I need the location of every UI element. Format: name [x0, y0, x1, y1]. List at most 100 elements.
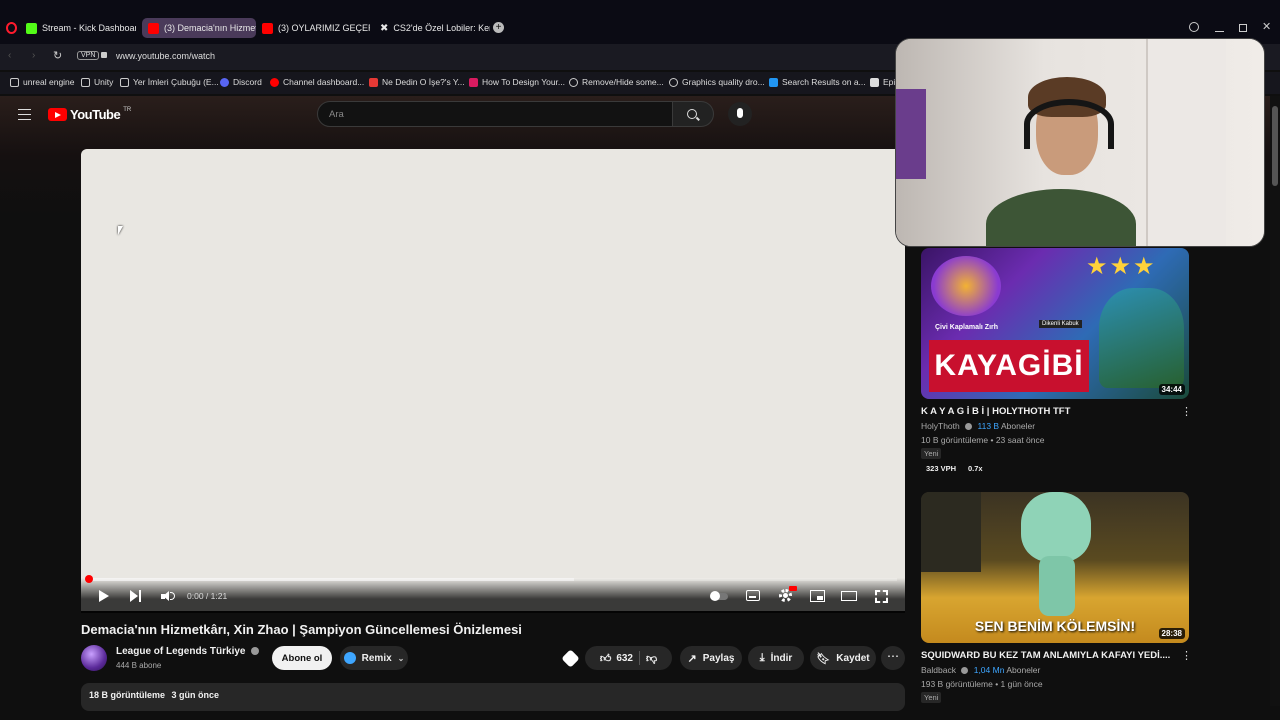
discord-icon — [220, 77, 229, 87]
autoplay-toggle[interactable] — [710, 591, 728, 601]
channel-name[interactable]: League of Legends Türkiye — [116, 646, 260, 657]
bookmark-label: How To Design Your... — [482, 77, 566, 87]
video-duration: 34:44 — [1158, 384, 1185, 395]
bookmark-unreal-engine[interactable]: unreal engine — [10, 77, 75, 87]
progress-scrubber-handle[interactable] — [85, 575, 93, 583]
new-badge: Yeni — [921, 692, 942, 703]
remix-button[interactable]: Remix ⌄ — [340, 646, 408, 670]
search-input[interactable]: Ara — [317, 101, 673, 127]
bookmark-search-results[interactable]: Search Results on a... — [769, 77, 866, 87]
webcam-door — [1146, 39, 1226, 246]
search-button[interactable] — [673, 101, 714, 127]
bookmark-yer-imleri[interactable]: Yer İmleri Çubuğu (E... — [120, 77, 219, 87]
thumbnail-stars-icon: ★★★ — [1086, 253, 1157, 280]
bookmark-channel-dashboard[interactable]: Channel dashboard... — [270, 77, 364, 87]
opera-logo-icon[interactable] — [6, 22, 17, 34]
gear-icon — [783, 593, 788, 598]
voice-search-button[interactable] — [728, 102, 752, 126]
theater-mode-button[interactable] — [841, 591, 857, 601]
subtitles-icon — [749, 596, 756, 598]
folder-icon — [120, 77, 129, 87]
bookmark-label: Yer İmleri Çubuğu (E... — [133, 77, 219, 87]
tab-label: (3) Demacia'nın Hizmetk — [164, 23, 256, 33]
bookmark-graphics-quality[interactable]: Graphics quality dro... — [669, 77, 765, 87]
reload-icon[interactable]: ↻ — [53, 49, 62, 62]
video-player[interactable] — [81, 149, 905, 611]
verified-icon — [965, 423, 973, 431]
recommendation-menu-icon[interactable]: ⋮ — [1181, 405, 1192, 418]
channel-name-text: HolyThoth — [921, 421, 960, 431]
like-button[interactable]: 👍︎ 632 — [600, 652, 633, 665]
miniplayer-icon — [817, 596, 823, 600]
minimize-icon[interactable] — [1215, 31, 1224, 32]
bookmark-ne-dedin[interactable]: Ne Dedin O İşe?'s Y... — [369, 77, 465, 87]
recommendation-thumbnail[interactable]: SEN BENİM KÖLEMSİN! 28:38 — [921, 492, 1189, 643]
fullscreen-button[interactable] — [875, 590, 888, 603]
share-icon: ↗ — [687, 652, 697, 665]
recommendation-title[interactable]: SQUIDWARD BU KEZ TAM ANLAMIYLA KAFAYI YE… — [921, 650, 1170, 661]
subtitles-button[interactable] — [746, 590, 760, 601]
bookmark-epic[interactable]: Epi — [870, 77, 895, 87]
miniplayer-button[interactable] — [810, 590, 825, 602]
subscribe-label: Abone ol — [281, 652, 323, 664]
more-horizontal-icon: ⋯ — [887, 649, 899, 663]
tab-youtube-oylarimiz[interactable]: (3) OYLARIMIZ GEÇERSİZ — [256, 18, 370, 38]
search-tabs-icon[interactable] — [1189, 22, 1199, 32]
youtube-icon — [148, 22, 159, 34]
unity-forum-icon — [569, 77, 578, 87]
recommendation-thumbnail[interactable]: ★★★ Çivi Kaplamalı Zırh Dikenli Kabuk KA… — [921, 248, 1189, 399]
back-icon[interactable]: ‹ — [8, 50, 11, 61]
share-button[interactable]: ↗ Paylaş — [680, 646, 742, 670]
recommendation-channel[interactable]: Baldback 1,04 Mn Aboneler — [921, 665, 1040, 675]
bookmark-remove-hide[interactable]: Remove/Hide some... — [569, 77, 664, 87]
thumbnail-character — [1099, 288, 1184, 388]
thumbnail-item-left: Çivi Kaplamalı Zırh — [935, 324, 999, 331]
close-window-icon[interactable]: ✕ — [1262, 20, 1271, 33]
subscribe-button[interactable]: Abone ol — [272, 646, 332, 670]
tab-youtube-demacia[interactable]: (3) Demacia'nın Hizmetk — [142, 18, 256, 38]
hamburger-menu-icon[interactable] — [18, 109, 31, 120]
hd-badge — [789, 586, 797, 591]
webcam-overlay — [895, 38, 1265, 247]
unity-forum-icon — [669, 77, 678, 87]
page-scrollbar[interactable] — [1270, 96, 1280, 706]
url-field[interactable]: www.youtube.com/watch — [116, 51, 215, 61]
analytics-icon — [369, 77, 378, 87]
bookmark-discord[interactable]: Discord — [220, 77, 262, 87]
bookmark-how-to-design[interactable]: How To Design Your... — [469, 77, 565, 87]
youtube-studio-icon — [270, 77, 279, 87]
thumbs-up-icon: 👍︎ — [599, 652, 612, 665]
recommendation-stats: 193 B görüntüleme • 1 gün önce — [921, 679, 1043, 689]
bookmark-unity[interactable]: Unity — [81, 77, 113, 87]
description-box[interactable]: 18 B görüntüleme 3 gün önce — [81, 683, 905, 711]
recommendation-menu-icon[interactable]: ⋮ — [1181, 649, 1192, 662]
recommendation-views: 10 B görüntüleme — [921, 435, 989, 445]
play-button[interactable] — [99, 590, 109, 602]
next-video-button[interactable] — [130, 590, 142, 602]
download-button[interactable]: ⤓ İndir — [748, 646, 804, 670]
volume-button[interactable] — [161, 590, 175, 602]
tab-kick-dashboard[interactable]: Stream - Kick Dashboard — [20, 18, 136, 38]
vpn-badge[interactable]: VPN — [77, 51, 100, 60]
dislike-button[interactable]: 👎︎ — [646, 652, 657, 665]
youtube-logo-text: YouTube — [70, 107, 121, 122]
more-actions-button[interactable]: ⋯ — [881, 646, 905, 670]
like-count: 632 — [616, 652, 633, 664]
save-button[interactable]: 🔖︎ Kaydet — [810, 646, 876, 670]
restore-icon[interactable] — [1239, 24, 1247, 32]
forward-icon[interactable]: › — [32, 50, 35, 61]
youtube-logo[interactable]: YouTube TR — [48, 107, 131, 122]
scrollbar-thumb[interactable] — [1272, 106, 1278, 186]
progress-bar[interactable] — [89, 578, 897, 581]
progress-buffered — [89, 578, 574, 581]
tab-cs2-lobiler[interactable]: ✖ CS2'de Özel Lobiler: Kend — [374, 18, 490, 38]
recommendation-channel[interactable]: HolyThoth 113 B Aboneler — [921, 421, 1035, 431]
mouse-cursor-icon — [118, 226, 123, 235]
new-tab-button[interactable]: + — [493, 22, 504, 33]
recommendation-title[interactable]: K A Y A G İ B İ | HOLYTHOTH TFT — [921, 406, 1070, 417]
share-label: Paylaş — [702, 652, 735, 664]
channel-avatar[interactable] — [81, 645, 107, 671]
thumbnail-background-door — [921, 492, 981, 572]
view-count: 18 B görüntüleme — [89, 690, 166, 700]
channel-subs-label: Aboneler — [1006, 665, 1041, 675]
